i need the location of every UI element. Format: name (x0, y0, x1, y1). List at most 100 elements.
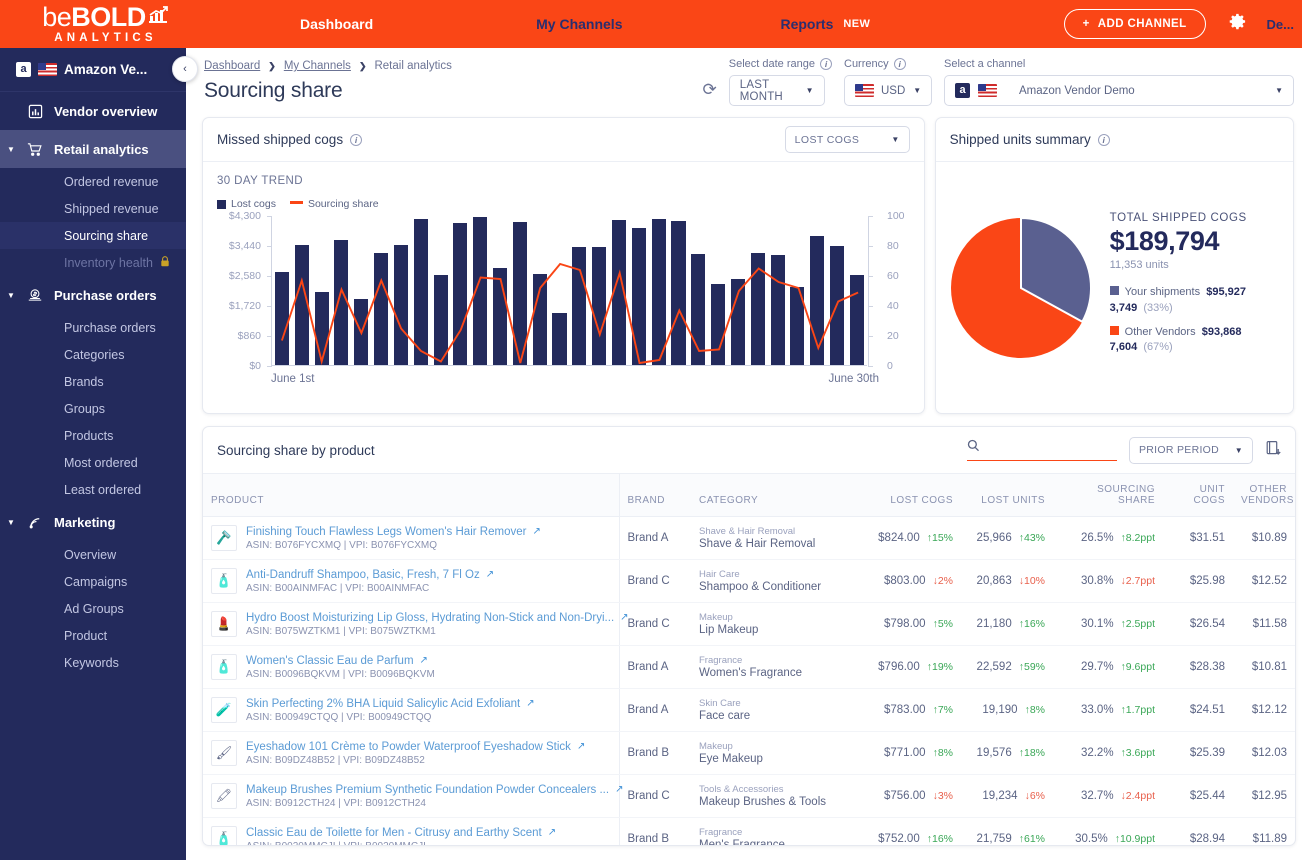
sidebar-item-campaigns[interactable]: Campaigns (0, 568, 186, 595)
sidebar-channel-selector[interactable]: a Amazon Ve... (0, 48, 186, 92)
sidebar-item-categories[interactable]: Categories (0, 341, 186, 368)
external-link-icon[interactable]: ↗ (532, 526, 540, 537)
top-nav-my-channels[interactable]: My Channels (536, 16, 622, 32)
search-icon (967, 439, 980, 457)
product-link[interactable]: Skin Perfecting 2% BHA Liquid Salicylic … (246, 698, 535, 710)
external-link-icon[interactable]: ↗ (548, 827, 556, 838)
channel-select[interactable]: a Amazon Vendor Demo ▼ (944, 75, 1294, 106)
export-icon[interactable] (1265, 440, 1281, 461)
cell-sourcing-share: 26.5% ↑8.2ppt (1053, 516, 1163, 560)
table-row[interactable]: 🪒 Finishing Touch Flawless Legs Women's H… (203, 516, 1295, 560)
brand-logo[interactable]: be BOLD ANALYTICS (0, 4, 197, 44)
col-unit-cogs[interactable]: UNIT COGS (1163, 473, 1233, 517)
category-parent: Makeup (699, 741, 733, 752)
chart-card-title-wrap: Missed shipped cogs i (217, 132, 363, 147)
comparison-period-select[interactable]: PRIOR PERIOD ▼ (1129, 436, 1253, 464)
col-other-vendors[interactable]: OTHER VENDORS (1233, 473, 1295, 517)
sidebar-item-marketing-group[interactable]: ▼ Marketing (0, 503, 186, 541)
sidebar-item-purchase-orders-group[interactable]: ▼ Purchase orders (0, 276, 186, 314)
sidebar-item-groups[interactable]: Groups (0, 395, 186, 422)
table-row[interactable]: 🖍 Makeup Brushes Premium Synthetic Founda… (203, 774, 1295, 818)
missed-shipped-cogs-card: Missed shipped cogs i LOST COGS ▼ 30 DAY… (202, 117, 925, 414)
col-sourcing-share[interactable]: SOURCING SHARE (1053, 473, 1163, 517)
table-row[interactable]: 🧴 Classic Eau de Toilette for Men - Citru… (203, 817, 1295, 845)
bar-chart-icon (22, 104, 48, 119)
table-row[interactable]: 🖌 Eyeshadow 101 Crème to Powder Waterproo… (203, 731, 1295, 775)
sidebar-item-ad-groups[interactable]: Ad Groups (0, 595, 186, 622)
shipped-units-summary-card: Shipped units summary i TOTAL SHIPPED CO… (934, 117, 1294, 414)
table-row[interactable]: 💄 Hydro Boost Moisturizing Lip Gloss, Hyd… (203, 602, 1295, 646)
product-link[interactable]: Classic Eau de Toilette for Men - Citrus… (246, 827, 556, 839)
sidebar-item-label: Marketing (54, 514, 116, 530)
user-menu[interactable]: De... (1267, 17, 1294, 32)
external-link-icon[interactable]: ↗ (526, 698, 534, 709)
sidebar-item-product[interactable]: Product (0, 622, 186, 649)
breadcrumb-current: Retail analytics (374, 60, 452, 72)
gear-icon[interactable] (1228, 12, 1247, 36)
sidebar-item-products[interactable]: Products (0, 422, 186, 449)
chevron-down-icon[interactable]: ▼ (0, 291, 22, 300)
currency-select[interactable]: USD ▼ (844, 75, 932, 106)
sidebar-item-retail-analytics[interactable]: ▼ Retail analytics (0, 130, 186, 168)
product-link[interactable]: Hydro Boost Moisturizing Lip Gloss, Hydr… (246, 612, 629, 624)
sidebar-item-shipped-revenue[interactable]: Shipped revenue (0, 195, 186, 222)
top-nav-reports[interactable]: Reports (780, 16, 833, 32)
legend-swatch-other-vendors (1109, 325, 1119, 335)
category-parent: Shave & Hair Removal (699, 526, 796, 537)
product-link[interactable]: Eyeshadow 101 Crème to Powder Waterproof… (246, 741, 585, 753)
col-lost-cogs[interactable]: LOST COGS (857, 473, 961, 517)
external-link-icon[interactable]: ↗ (577, 741, 585, 752)
col-category[interactable]: CATEGORY (691, 473, 857, 517)
breadcrumb-dashboard[interactable]: Dashboard (204, 60, 260, 72)
refresh-icon[interactable]: ⟳ (703, 80, 717, 100)
col-lost-units[interactable]: LOST UNITS (961, 473, 1053, 517)
info-icon[interactable]: i (820, 58, 832, 70)
breadcrumb-my-channels[interactable]: My Channels (284, 60, 351, 72)
add-channel-button[interactable]: + ADD CHANNEL (1063, 9, 1206, 39)
external-link-icon[interactable]: ↗ (486, 569, 494, 580)
sidebar-item-purchase-orders[interactable]: Purchase orders (0, 314, 186, 341)
external-link-icon[interactable]: ↗ (420, 655, 428, 666)
sidebar-item-most-ordered[interactable]: Most ordered (0, 449, 186, 476)
category-name: Women's Fragrance (699, 667, 802, 679)
sidebar-item-brands[interactable]: Brands (0, 368, 186, 395)
metric-select[interactable]: LOST COGS ▼ (784, 126, 910, 153)
sidebar-item-overview[interactable]: Overview (0, 541, 186, 568)
sidebar-item-keywords[interactable]: Keywords (0, 649, 186, 676)
search-input[interactable] (986, 441, 1117, 455)
cell-brand: Brand A (618, 645, 691, 689)
cell-sourcing-share: 30.1% ↑2.5ppt (1053, 602, 1163, 646)
table-row[interactable]: 🧴 Women's Classic Eau de Parfum ↗ ASIN: B00… (203, 645, 1295, 689)
lost-units-delta: ↑8% (1024, 704, 1045, 716)
product-link[interactable]: Women's Classic Eau de Parfum ↗ (246, 655, 435, 667)
search-box[interactable] (967, 439, 1117, 461)
top-nav-dashboard[interactable]: Dashboard (300, 16, 373, 32)
product-link[interactable]: Anti-Dandruff Shampoo, Basic, Fresh, 7 F… (246, 569, 494, 581)
info-icon[interactable]: i (893, 58, 906, 70)
sidebar-item-vendor-overview[interactable]: Vendor overview (0, 92, 186, 130)
col-brand[interactable]: BRAND (618, 473, 691, 517)
product-link[interactable]: Makeup Brushes Premium Synthetic Foundat… (246, 784, 623, 796)
info-icon[interactable]: i (350, 133, 363, 146)
table-row[interactable]: 🧴 Anti-Dandruff Shampoo, Basic, Fresh, 7 … (203, 559, 1295, 603)
cell-lost-units: 19,234 ↓6% (961, 774, 1053, 818)
col-product[interactable]: PRODUCT (203, 473, 619, 517)
external-link-icon[interactable]: ↗ (615, 784, 623, 795)
sidebar-item-least-ordered[interactable]: Least ordered (0, 476, 186, 503)
sidebar-item-ordered-revenue[interactable]: Ordered revenue (0, 168, 186, 195)
sidebar-item-inventory-health[interactable]: Inventory health (0, 249, 186, 276)
product-link[interactable]: Finishing Touch Flawless Legs Women's Ha… (246, 526, 541, 538)
table-row[interactable]: 🧪 Skin Perfecting 2% BHA Liquid Salicylic… (203, 688, 1295, 732)
channel-value: Amazon Vendor Demo (1019, 84, 1135, 97)
chevron-down-icon[interactable]: ▼ (0, 518, 22, 527)
sidebar-item-sourcing-share[interactable]: Sourcing share (0, 222, 186, 249)
cell-brand: Brand C (618, 602, 691, 646)
info-icon[interactable]: i (1097, 133, 1110, 146)
chevron-down-icon[interactable]: ▼ (0, 145, 22, 154)
cell-sourcing-share: 30.5% ↑10.9ppt (1053, 817, 1163, 845)
lost-units-value: 22,592 (976, 661, 1012, 673)
sidebar-collapse-button[interactable]: ‹ (172, 56, 198, 82)
product-name: Skin Perfecting 2% BHA Liquid Salicylic … (246, 697, 521, 710)
date-range-select[interactable]: LAST MONTH ▼ (728, 75, 825, 106)
category-parent: Fragrance (699, 827, 743, 838)
